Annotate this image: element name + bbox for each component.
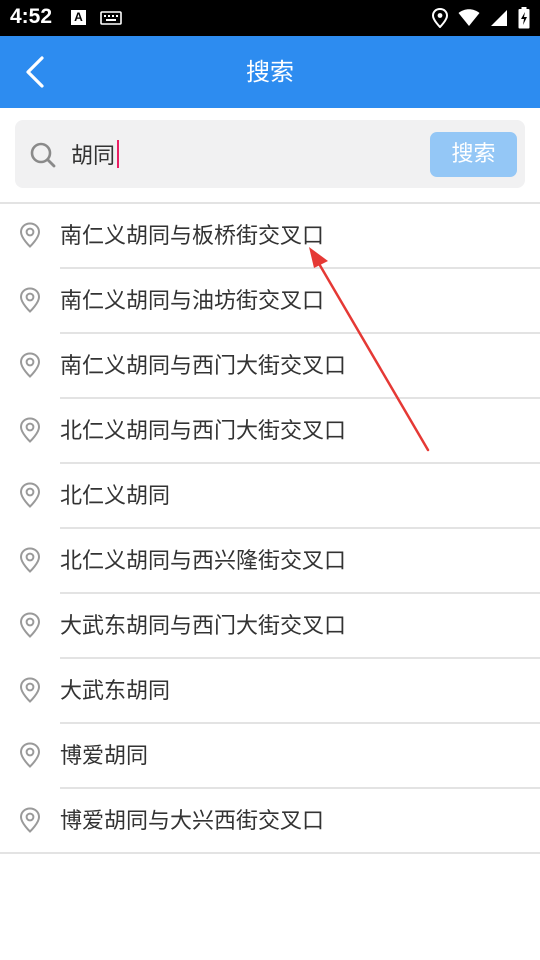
list-item-label: 博爱胡同与大兴西街交叉口 [60,809,325,834]
list-item[interactable]: 北仁义胡同 [0,464,540,529]
list-item-label: 南仁义胡同与板桥街交叉口 [60,224,325,249]
wifi-icon [458,9,480,26]
search-button[interactable]: 搜索 [430,132,517,177]
search-icon [30,142,56,168]
list-item-label: 南仁义胡同与西门大街交叉口 [60,354,347,379]
list-item-label: 北仁义胡同与西兴隆街交叉口 [60,549,347,574]
location-pin-icon [19,417,41,443]
battery-charging-icon [518,7,530,29]
location-pin-icon [19,547,41,573]
text-caret [117,140,120,168]
list-item-label: 北仁义胡同 [60,484,171,509]
list-item[interactable]: 大武东胡同与西门大街交叉口 [0,594,540,659]
location-pin-icon [19,677,41,703]
list-item[interactable]: 南仁义胡同与西门大街交叉口 [0,334,540,399]
list-item-label: 博爱胡同 [60,744,149,769]
location-pin-icon [19,222,41,248]
list-item[interactable]: 博爱胡同 [0,724,540,789]
location-pin-icon [19,287,41,313]
list-item[interactable]: 博爱胡同与大兴西街交叉口 [0,789,540,854]
list-item-label: 大武东胡同 [60,679,171,704]
search-results-list: 南仁义胡同与板桥街交叉口 南仁义胡同与油坊街交叉口 南仁义胡同与西门大街交叉口 … [0,204,540,854]
list-item[interactable]: 南仁义胡同与板桥街交叉口 [0,204,540,269]
list-item[interactable]: 北仁义胡同与西兴隆街交叉口 [0,529,540,594]
list-item-label: 大武东胡同与西门大街交叉口 [60,614,347,639]
location-pin-icon [19,742,41,768]
keyboard-icon [100,11,122,25]
search-input-value: 胡同 [71,144,116,169]
location-pin-icon [19,352,41,378]
signal-icon [491,10,507,26]
page-title: 搜索 [246,58,294,86]
list-item-label: 北仁义胡同与西门大街交叉口 [60,419,347,444]
list-item-label: 南仁义胡同与油坊街交叉口 [60,289,325,314]
app-bar: 搜索 [0,36,540,108]
location-pin-icon [19,807,41,833]
location-icon [432,8,448,28]
list-item[interactable]: 大武东胡同 [0,659,540,724]
location-pin-icon [19,612,41,638]
list-item[interactable]: 北仁义胡同与西门大街交叉口 [0,399,540,464]
list-item[interactable]: 南仁义胡同与油坊街交叉口 [0,269,540,334]
search-input[interactable]: 胡同 [71,134,411,174]
search-bar: 胡同 搜索 [15,120,525,188]
status-bar: 4:52 A [0,0,540,36]
status-time: 4:52 [10,5,53,28]
a-notification-icon: A [71,10,86,25]
location-pin-icon [19,482,41,508]
